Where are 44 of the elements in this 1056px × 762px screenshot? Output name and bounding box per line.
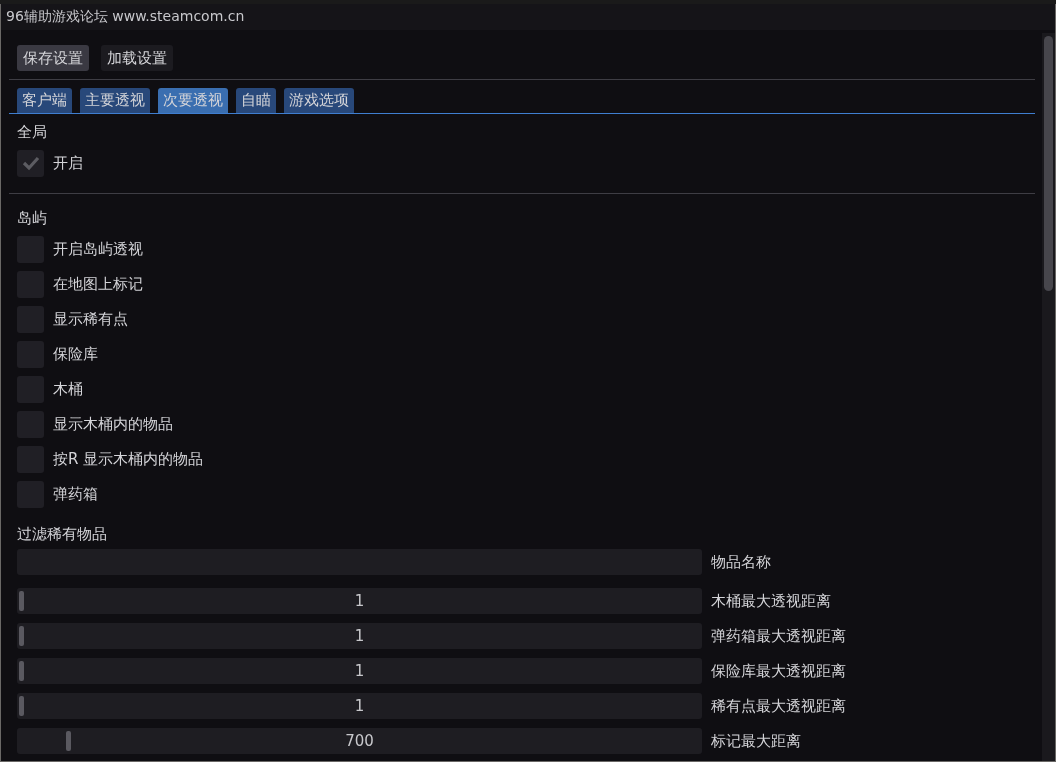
checkbox-label: 显示木桶内的物品: [53, 414, 173, 434]
tab[interactable]: 自瞄: [236, 88, 276, 113]
checkbox-label: 开启: [53, 153, 83, 173]
slider-label: 标记最大距离: [711, 731, 801, 751]
field-label: 物品名称: [711, 552, 771, 572]
slider-label: 木桶最大透视距离: [711, 591, 831, 611]
checkbox-label: 保险库: [53, 344, 98, 364]
slider[interactable]: 1: [17, 623, 702, 649]
section-title: 全局: [16, 122, 48, 143]
checkbox-label: 显示稀有点: [53, 309, 128, 329]
checkbox-label: 木桶: [53, 379, 83, 399]
slider-value: 1: [354, 662, 365, 680]
tab[interactable]: 客户端: [17, 88, 72, 113]
slider-thumb[interactable]: [19, 696, 24, 716]
checkbox[interactable]: [17, 149, 44, 177]
slider-value: 1: [354, 697, 365, 715]
slider[interactable]: 1: [17, 658, 702, 684]
slider[interactable]: 1: [17, 693, 702, 719]
slider-value: 1: [354, 627, 365, 645]
checkbox-label: 弹药箱: [53, 484, 98, 504]
scrollbar-thumb[interactable]: [1044, 36, 1053, 291]
tab[interactable]: 次要透视: [158, 88, 228, 113]
slider-thumb[interactable]: [19, 591, 24, 611]
slider-label: 保险库最大透视距离: [711, 661, 846, 681]
slider[interactable]: 1: [17, 588, 702, 614]
scrollbar[interactable]: [1042, 33, 1055, 761]
checkbox-label: 开启岛屿透视: [53, 239, 143, 259]
settings-button[interactable]: 加载设置: [101, 45, 173, 71]
slider-thumb[interactable]: [66, 731, 72, 751]
tab[interactable]: 游戏选项: [284, 88, 354, 113]
settings-button[interactable]: 保存设置: [17, 45, 89, 71]
slider-thumb[interactable]: [19, 661, 24, 681]
slider-thumb[interactable]: [19, 626, 24, 646]
slider-label: 稀有点最大透视距离: [711, 696, 846, 716]
checkbox-label: 在地图上标记: [53, 274, 143, 294]
slider-value: 1: [354, 592, 365, 610]
slider-value: 700: [345, 732, 374, 750]
section-title: 岛屿: [16, 208, 48, 229]
window-title: 96辅助游戏论坛 www.steamcom.cn: [6, 8, 245, 26]
slider-label: 弹药箱最大透视距离: [711, 626, 846, 646]
tab[interactable]: 主要透视: [80, 88, 150, 113]
slider[interactable]: 700: [17, 728, 702, 754]
section-title: 过滤稀有物品: [16, 524, 108, 545]
checkbox-label: 按R 显示木桶内的物品: [53, 449, 204, 469]
